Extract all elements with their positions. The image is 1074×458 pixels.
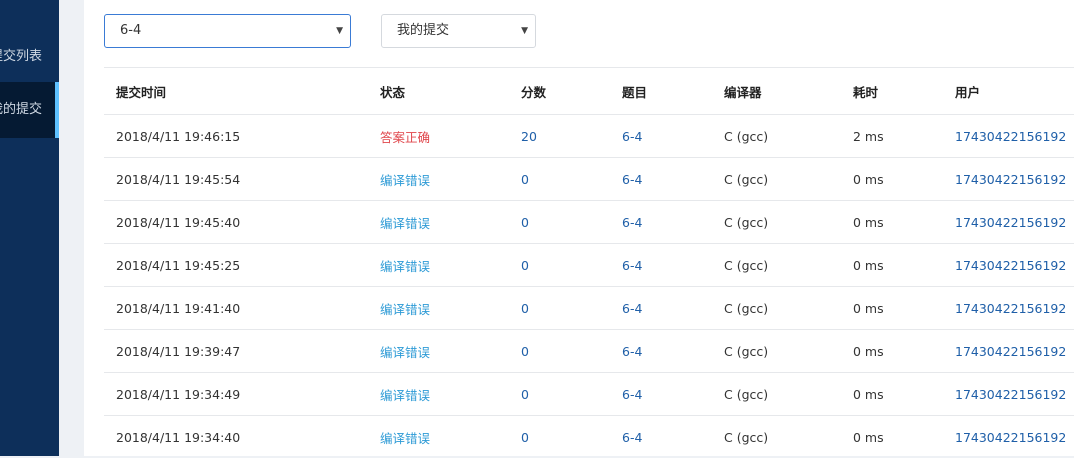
cell-compiler: C (gcc) xyxy=(712,158,841,201)
cell-status-link[interactable]: 编译错误 xyxy=(368,244,509,287)
cell-duration: 0 ms xyxy=(841,287,943,330)
cell-score: 0 xyxy=(509,158,610,201)
cell-duration: 2 ms xyxy=(841,115,943,158)
cell-compiler: C (gcc) xyxy=(712,287,841,330)
sidebar-item-my-submissions[interactable]: 我的提交 xyxy=(0,82,59,138)
cell-problem-link[interactable]: 6-4 xyxy=(610,158,712,201)
table-row: 2018/4/11 19:46:15 答案正确 20 6-4 C (gcc) 2… xyxy=(104,115,1074,158)
cell-duration: 0 ms xyxy=(841,416,943,458)
cell-user-link[interactable]: 17430422156192 xyxy=(943,201,1074,244)
cell-problem-link[interactable]: 6-4 xyxy=(610,373,712,416)
col-header-compiler: 编译器 xyxy=(712,68,841,115)
col-header-time: 提交时间 xyxy=(104,68,368,115)
cell-duration: 0 ms xyxy=(841,244,943,287)
problem-select-value: 6-4 xyxy=(120,23,141,38)
cell-compiler: C (gcc) xyxy=(712,115,841,158)
cell-compiler: C (gcc) xyxy=(712,201,841,244)
cell-problem-link[interactable]: 6-4 xyxy=(610,416,712,458)
chevron-down-icon: ▼ xyxy=(336,15,343,47)
scope-select-value: 我的提交 xyxy=(397,23,449,38)
table-row: 2018/4/11 19:45:54 编译错误 0 6-4 C (gcc) 0 … xyxy=(104,158,1074,201)
cell-score: 0 xyxy=(509,244,610,287)
cell-status-link[interactable]: 编译错误 xyxy=(368,330,509,373)
cell-duration: 0 ms xyxy=(841,330,943,373)
cell-score: 20 xyxy=(509,115,610,158)
cell-score: 0 xyxy=(509,373,610,416)
cell-score: 0 xyxy=(509,287,610,330)
problem-select[interactable]: 6-4 ▼ xyxy=(104,14,351,48)
table-row: 2018/4/11 19:39:47 编译错误 0 6-4 C (gcc) 0 … xyxy=(104,330,1074,373)
table-header-row: 提交时间 状态 分数 题目 编译器 耗时 用户 xyxy=(104,68,1074,115)
cell-time: 2018/4/11 19:46:15 xyxy=(104,115,368,158)
cell-user-link[interactable]: 17430422156192 xyxy=(943,287,1074,330)
cell-compiler: C (gcc) xyxy=(712,373,841,416)
cell-problem-link[interactable]: 6-4 xyxy=(610,287,712,330)
cell-compiler: C (gcc) xyxy=(712,244,841,287)
sidebar-item-label: 我的提交 xyxy=(0,82,42,138)
cell-duration: 0 ms xyxy=(841,201,943,244)
cell-status-link[interactable]: 编译错误 xyxy=(368,287,509,330)
cell-time: 2018/4/11 19:45:40 xyxy=(104,201,368,244)
cell-duration: 0 ms xyxy=(841,158,943,201)
sidebar-item-submissions[interactable]: 提交列表 xyxy=(0,29,59,85)
table-row: 2018/4/11 19:34:40 编译错误 0 6-4 C (gcc) 0 … xyxy=(104,416,1074,458)
cell-score: 0 xyxy=(509,330,610,373)
cell-score: 0 xyxy=(509,416,610,458)
col-header-problem: 题目 xyxy=(610,68,712,115)
sidebar-item-label: 提交列表 xyxy=(0,29,42,85)
cell-user-link[interactable]: 17430422156192 xyxy=(943,416,1074,458)
table-row: 2018/4/11 19:34:49 编译错误 0 6-4 C (gcc) 0 … xyxy=(104,373,1074,416)
cell-problem-link[interactable]: 6-4 xyxy=(610,201,712,244)
cell-status-link[interactable]: 编译错误 xyxy=(368,416,509,458)
cell-time: 2018/4/11 19:45:54 xyxy=(104,158,368,201)
cell-time: 2018/4/11 19:45:25 xyxy=(104,244,368,287)
cell-time: 2018/4/11 19:39:47 xyxy=(104,330,368,373)
cell-compiler: C (gcc) xyxy=(712,330,841,373)
cell-user-link[interactable]: 17430422156192 xyxy=(943,158,1074,201)
cell-time: 2018/4/11 19:34:49 xyxy=(104,373,368,416)
table-row: 2018/4/11 19:41:40 编译错误 0 6-4 C (gcc) 0 … xyxy=(104,287,1074,330)
cell-compiler: C (gcc) xyxy=(712,416,841,458)
cell-status-link[interactable]: 答案正确 xyxy=(368,115,509,158)
cell-status-link[interactable]: 编译错误 xyxy=(368,158,509,201)
cell-problem-link[interactable]: 6-4 xyxy=(610,330,712,373)
table-row: 2018/4/11 19:45:40 编译错误 0 6-4 C (gcc) 0 … xyxy=(104,201,1074,244)
main-content: 6-4 ▼ 我的提交 ▼ 提交时间 状态 分数 题目 编译器 耗时 用户 201… xyxy=(84,0,1074,456)
cell-time: 2018/4/11 19:34:40 xyxy=(104,416,368,458)
cell-duration: 0 ms xyxy=(841,373,943,416)
col-header-status: 状态 xyxy=(368,68,509,115)
cell-user-link[interactable]: 17430422156192 xyxy=(943,115,1074,158)
cell-user-link[interactable]: 17430422156192 xyxy=(943,330,1074,373)
cell-problem-link[interactable]: 6-4 xyxy=(610,115,712,158)
cell-problem-link[interactable]: 6-4 xyxy=(610,244,712,287)
col-header-duration: 耗时 xyxy=(841,68,943,115)
cell-user-link[interactable]: 17430422156192 xyxy=(943,244,1074,287)
chevron-down-icon: ▼ xyxy=(521,15,528,47)
cell-status-link[interactable]: 编译错误 xyxy=(368,373,509,416)
table-row: 2018/4/11 19:45:25 编译错误 0 6-4 C (gcc) 0 … xyxy=(104,244,1074,287)
cell-score: 0 xyxy=(509,201,610,244)
cell-user-link[interactable]: 17430422156192 xyxy=(943,373,1074,416)
cell-status-link[interactable]: 编译错误 xyxy=(368,201,509,244)
scope-select[interactable]: 我的提交 ▼ xyxy=(381,14,536,48)
submissions-table: 提交时间 状态 分数 题目 编译器 耗时 用户 2018/4/11 19:46:… xyxy=(104,67,1074,458)
col-header-score: 分数 xyxy=(509,68,610,115)
cell-time: 2018/4/11 19:41:40 xyxy=(104,287,368,330)
active-indicator xyxy=(55,82,59,138)
sidebar: 提交列表 我的提交 xyxy=(0,0,59,456)
col-header-user: 用户 xyxy=(943,68,1074,115)
